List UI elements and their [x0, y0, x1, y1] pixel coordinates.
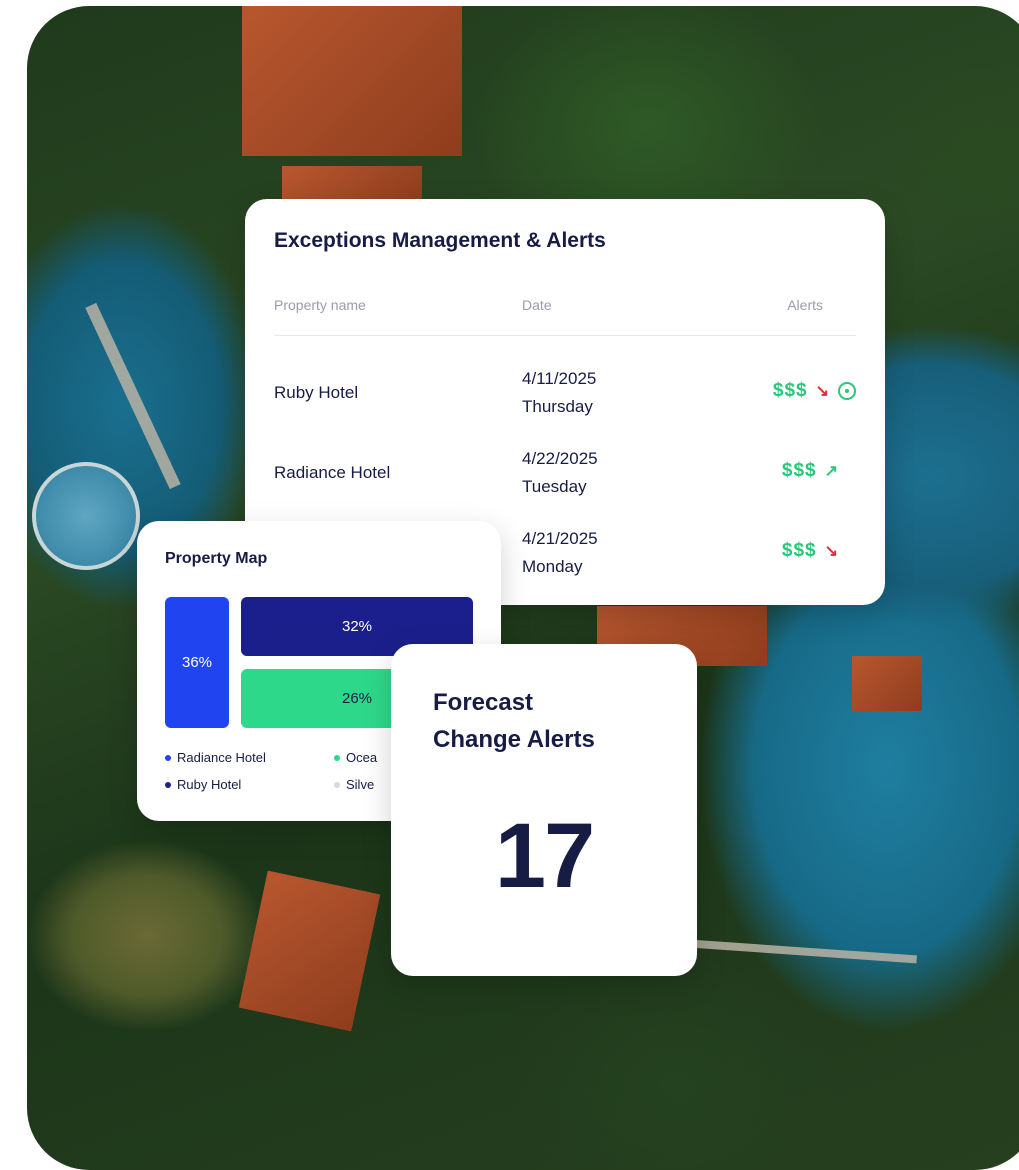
row-alerts: $$$ ↘	[782, 540, 839, 562]
roof-bottom-left	[238, 870, 381, 1032]
property-map-title: Property Map	[165, 550, 268, 567]
money-alert: $$$	[781, 540, 817, 561]
round-pool	[32, 462, 140, 570]
row-date: 4/22/2025	[522, 449, 598, 468]
forecast-title-line1: Forecast	[433, 689, 534, 716]
map-block-radiance[interactable]: 36%	[165, 597, 229, 728]
legend-label: Silve	[346, 777, 375, 792]
legend-dot	[334, 754, 340, 761]
legend-label: Ruby Hotel	[177, 777, 242, 792]
legend-item: Radiance Hotel	[165, 750, 266, 765]
column-header-date: Date	[522, 297, 552, 313]
column-header-property: Property name	[274, 297, 366, 313]
header-divider	[274, 335, 856, 336]
legend-item: Ruby Hotel	[165, 777, 241, 792]
exceptions-title: Exceptions Management & Alerts	[274, 229, 606, 252]
walkway	[85, 302, 181, 490]
column-header-alerts: Alerts	[787, 297, 823, 313]
row-day: Tuesday	[522, 477, 587, 496]
legend-label: Ocea	[346, 750, 378, 765]
trending-up-icon: ↗	[824, 463, 839, 480]
legend-label: Radiance Hotel	[177, 750, 266, 765]
forecast-alerts-card[interactable]: Forecast Change Alerts 17	[391, 644, 697, 976]
legend-dot	[334, 781, 340, 788]
legend-dot	[165, 781, 171, 788]
roof-top-left	[242, 6, 462, 156]
roof-right	[852, 656, 922, 711]
money-alert: $$$	[781, 460, 817, 481]
property-name: Ruby Hotel	[274, 383, 359, 402]
forecast-alert-count: 17	[494, 805, 595, 907]
legend-item: Ocea	[334, 750, 377, 765]
money-alert: $$$	[772, 380, 808, 401]
row-alerts: $$$ ↗	[782, 460, 839, 482]
row-day: Monday	[522, 557, 583, 576]
legend-dot	[165, 754, 171, 761]
trending-down-icon: ↘	[815, 383, 830, 400]
forecast-title-line2: Change Alerts	[433, 726, 595, 753]
legend-item: Silve	[334, 777, 374, 792]
property-name: Radiance Hotel	[274, 463, 391, 482]
trending-down-icon: ↘	[824, 543, 839, 560]
tag-icon	[838, 382, 856, 400]
row-date: 4/21/2025	[522, 529, 598, 548]
row-day: Thursday	[522, 397, 593, 416]
row-date: 4/11/2025	[522, 369, 597, 388]
row-alerts: $$$ ↘	[773, 380, 856, 402]
